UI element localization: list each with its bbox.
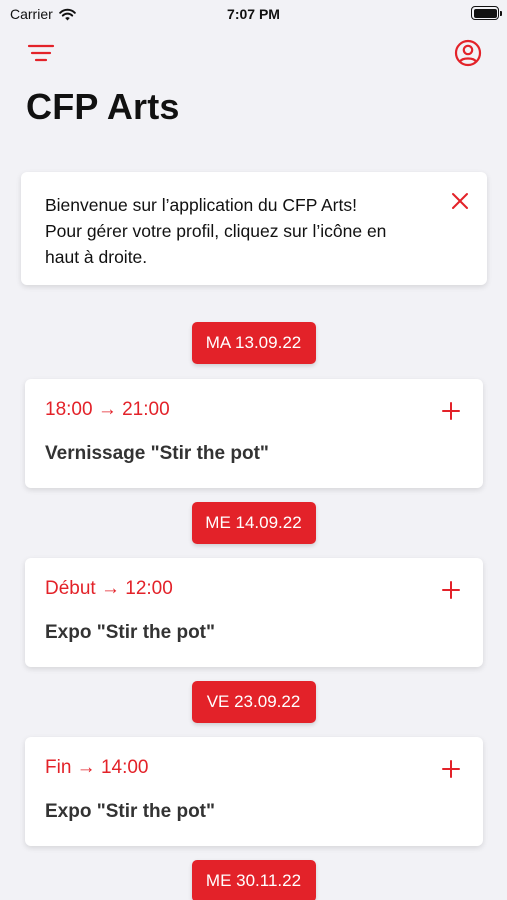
battery-icon [471,6,502,20]
user-circle-icon [454,39,482,67]
event-title: Vernissage "Stir the pot" [45,443,269,464]
event-title: Expo "Stir the pot" [45,801,216,822]
close-icon [452,193,468,209]
event-title: Expo "Stir the pot" [45,622,216,643]
plus-icon [442,581,460,599]
hamburger-menu-icon [27,44,55,62]
date-badge: ME 14.09.22 [191,502,316,544]
close-banner-button[interactable] [445,186,475,216]
status-bar: Carrier 7:07 PM [0,0,507,28]
date-badge: ME 30.11.22 [191,860,316,900]
add-event-button[interactable] [437,397,465,425]
event-time: Fin → 14:00 [45,757,149,778]
welcome-message: Bienvenue sur l’application du CFP Arts!… [45,192,425,270]
date-badge: VE 23.09.22 [191,681,316,723]
plus-icon [442,402,460,420]
menu-button[interactable] [24,36,58,70]
welcome-line-2: Pour gérer votre profil, cliquez sur l’i… [45,221,387,241]
event-time: 18:00 → 21:00 [45,399,170,420]
page-title: CFP Arts [26,86,180,127]
event-time: Début → 12:00 [45,578,173,599]
welcome-line-1: Bienvenue sur l’application du CFP Arts! [45,195,357,215]
welcome-banner: Bienvenue sur l’application du CFP Arts!… [21,172,487,285]
add-event-button[interactable] [437,576,465,604]
status-time: 7:07 PM [227,6,280,22]
event-card[interactable]: Début → 12:00 Expo "Stir the pot" [25,558,483,667]
date-badge: MA 13.09.22 [191,322,316,364]
plus-icon [442,760,460,778]
event-card[interactable]: 18:00 → 21:00 Vernissage "Stir the pot" [25,379,483,488]
welcome-line-3: haut à droite. [45,247,148,267]
profile-button[interactable] [451,36,485,70]
add-event-button[interactable] [437,755,465,783]
event-card[interactable]: Fin → 14:00 Expo "Stir the pot" [25,737,483,846]
